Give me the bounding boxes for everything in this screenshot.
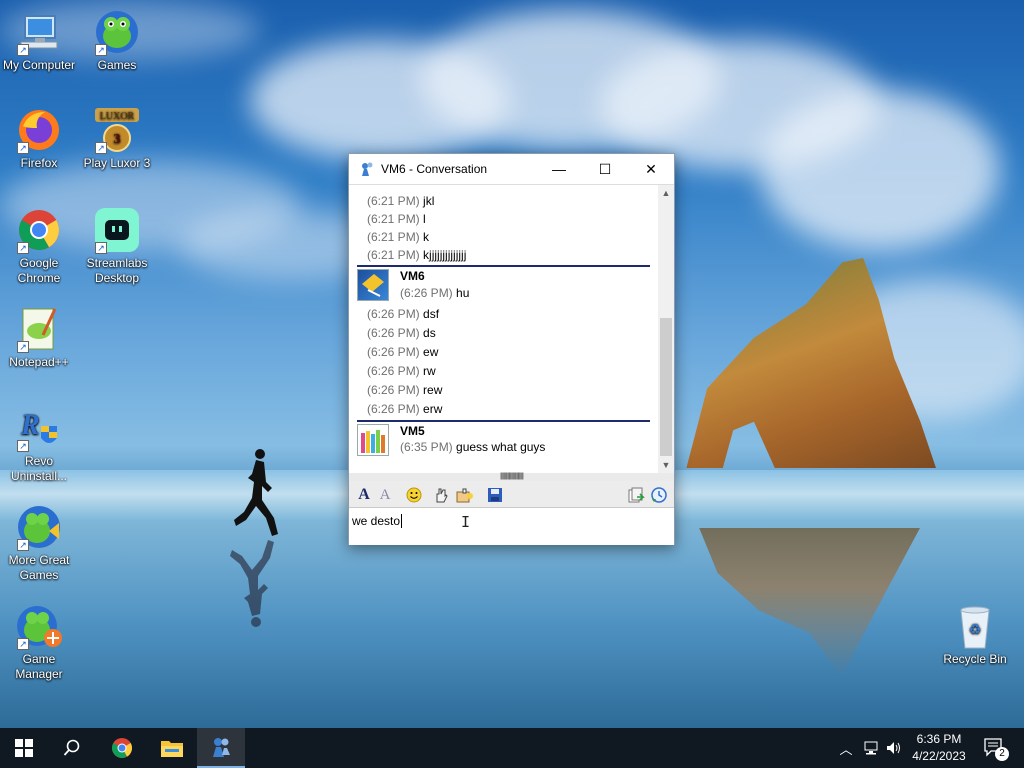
games-frog-icon: ↗ <box>93 8 141 56</box>
icon-label: Play Luxor 3 <box>83 156 151 170</box>
games-frog-icon: ↗ <box>15 503 63 551</box>
network-icon[interactable] <box>860 728 882 768</box>
maximize-button[interactable]: ☐ <box>582 154 628 185</box>
buzz-hand-icon[interactable] <box>431 485 451 505</box>
taskbar-messenger[interactable] <box>197 728 245 768</box>
taskbar: ︿ 6:36 PM 4/22/2023 2 <box>0 728 1024 768</box>
desktop-icon-luxor[interactable]: LUXOR 3 ↗ Play Luxor 3 <box>78 106 156 171</box>
message-line: (6:21 PM) jkl <box>367 194 435 208</box>
desktop-icon-chrome[interactable]: ↗ Google Chrome <box>0 206 78 286</box>
icon-label: My Computer <box>2 58 76 72</box>
conversation-window[interactable]: VM6 - Conversation — ☐ ✕ (6:21 PM) jkl (… <box>348 153 675 545</box>
runner-silhouette <box>234 449 278 536</box>
icon-label: Game Manager <box>15 652 63 681</box>
svg-text:3: 3 <box>114 132 121 147</box>
message-line: (6:35 PM) guess what guys <box>400 440 546 454</box>
chrome-icon <box>112 738 132 758</box>
taskbar-chrome[interactable] <box>98 728 146 768</box>
desktop-icon-streamlabs[interactable]: ↗ Streamlabs Desktop <box>78 206 156 286</box>
icon-label: More Great Games <box>8 553 70 582</box>
message-line: (6:21 PM) kjjjjjjjjjjjjjj <box>367 248 467 262</box>
icon-label: Streamlabs Desktop <box>86 256 148 285</box>
message-separator <box>357 420 650 422</box>
message-separator <box>357 265 650 267</box>
start-button[interactable] <box>0 728 48 768</box>
avatar-vm5 <box>357 424 389 456</box>
message-author: VM5 <box>400 424 425 438</box>
notification-count-badge: 2 <box>995 747 1009 761</box>
desktop-icon-games[interactable]: ↗ Games <box>78 8 156 73</box>
folder-icon <box>161 741 183 757</box>
computer-icon: ↗ <box>15 8 63 56</box>
luxor-logo-icon: LUXOR 3 ↗ <box>93 106 141 154</box>
close-button[interactable]: ✕ <box>628 154 674 185</box>
taskbar-file-explorer[interactable] <box>148 728 196 768</box>
wink-icon[interactable] <box>455 485 475 505</box>
messenger-app-icon <box>362 162 373 176</box>
history-clock-icon[interactable] <box>649 485 669 505</box>
svg-text:♻: ♻ <box>969 621 982 637</box>
desktop-icon-firefox[interactable]: ↗ Firefox <box>0 106 78 171</box>
smiley-icon[interactable] <box>404 485 424 505</box>
window-titlebar[interactable]: VM6 - Conversation — ☐ ✕ <box>349 154 674 185</box>
icon-label: Notepad++ <box>9 355 69 369</box>
svg-text:R: R <box>20 410 40 441</box>
firefox-icon: ↗ <box>15 106 63 154</box>
icon-label: Games <box>97 58 137 72</box>
message-author: VM6 <box>400 269 425 283</box>
message-input[interactable]: we desto <box>349 509 674 545</box>
message-line: (6:26 PM) hu <box>400 286 470 300</box>
desktop-icon-notepadpp[interactable]: ↗ Notepad++ <box>0 305 78 370</box>
windows-logo-icon <box>15 739 33 757</box>
streamlabs-icon: ↗ <box>93 206 141 254</box>
history-scrollbar[interactable]: ▲ ▼ <box>658 185 674 473</box>
show-hidden-icons-chevron-icon[interactable]: ︿ <box>836 728 856 768</box>
text-color-icon[interactable]: A <box>375 485 395 505</box>
text-cursor-ibeam: I <box>461 513 471 531</box>
message-line: (6:26 PM) erw <box>367 402 443 416</box>
message-line: (6:26 PM) ew <box>367 345 439 359</box>
conversation-history[interactable]: (6:21 PM) jkl (6:21 PM) l (6:21 PM) k (6… <box>349 185 658 473</box>
message-line: (6:26 PM) rw <box>367 364 436 378</box>
clock-date: 4/22/2023 <box>912 749 966 763</box>
icon-label: Recycle Bin <box>943 652 1007 666</box>
message-line: (6:26 PM) dsf <box>367 307 440 321</box>
message-line: (6:21 PM) l <box>367 212 426 226</box>
desktop-icon-my-computer[interactable]: ↗ My Computer <box>0 8 78 73</box>
revo-uninstaller-icon: R ↗ <box>15 404 63 452</box>
desktop-icon-more-games[interactable]: ↗ More Great Games <box>0 503 78 583</box>
desktop-icon-game-manager[interactable]: ↗ Game Manager <box>0 602 78 682</box>
message-line: (6:26 PM) rew <box>367 383 443 397</box>
font-icon[interactable]: A <box>354 485 374 505</box>
desktop-icon-revo[interactable]: R ↗ Revo Uninstall... <box>0 404 78 484</box>
scroll-up-icon[interactable]: ▲ <box>658 185 674 201</box>
search-button[interactable] <box>48 728 96 768</box>
icon-label: Google Chrome <box>17 256 61 285</box>
message-line: (6:21 PM) k <box>367 230 430 244</box>
avatar-vm6 <box>357 269 389 301</box>
send-file-icon[interactable] <box>626 485 646 505</box>
clock-time: 6:36 PM <box>916 732 962 746</box>
chrome-icon: ↗ <box>15 206 63 254</box>
notification-center-button[interactable]: 2 <box>980 728 1010 768</box>
game-manager-icon: ↗ <box>15 602 63 650</box>
messenger-app-icon <box>213 738 230 757</box>
search-icon <box>63 739 80 756</box>
splitter-grip[interactable]: |||||||||||||||||||||||||||| <box>349 473 674 481</box>
save-icon[interactable] <box>485 485 505 505</box>
svg-text:LUXOR: LUXOR <box>100 111 135 122</box>
formatting-toolbar: A A <box>349 481 674 508</box>
volume-icon[interactable] <box>883 728 905 768</box>
window-title: VM6 - Conversation <box>381 162 488 176</box>
taskbar-clock[interactable]: 6:36 PM 4/22/2023 <box>904 731 974 765</box>
recycle-bin-icon: ♻ <box>951 602 999 650</box>
scrollbar-thumb[interactable] <box>660 318 672 456</box>
icon-label: Revo Uninstall... <box>10 454 68 483</box>
icon-label: Firefox <box>20 156 58 170</box>
desktop-icon-recycle-bin[interactable]: ♻ Recycle Bin <box>936 602 1014 667</box>
scroll-down-icon[interactable]: ▼ <box>658 457 674 473</box>
minimize-button[interactable]: — <box>536 154 582 185</box>
notepadpp-icon: ↗ <box>15 305 63 353</box>
message-line: (6:26 PM) ds <box>367 326 436 340</box>
